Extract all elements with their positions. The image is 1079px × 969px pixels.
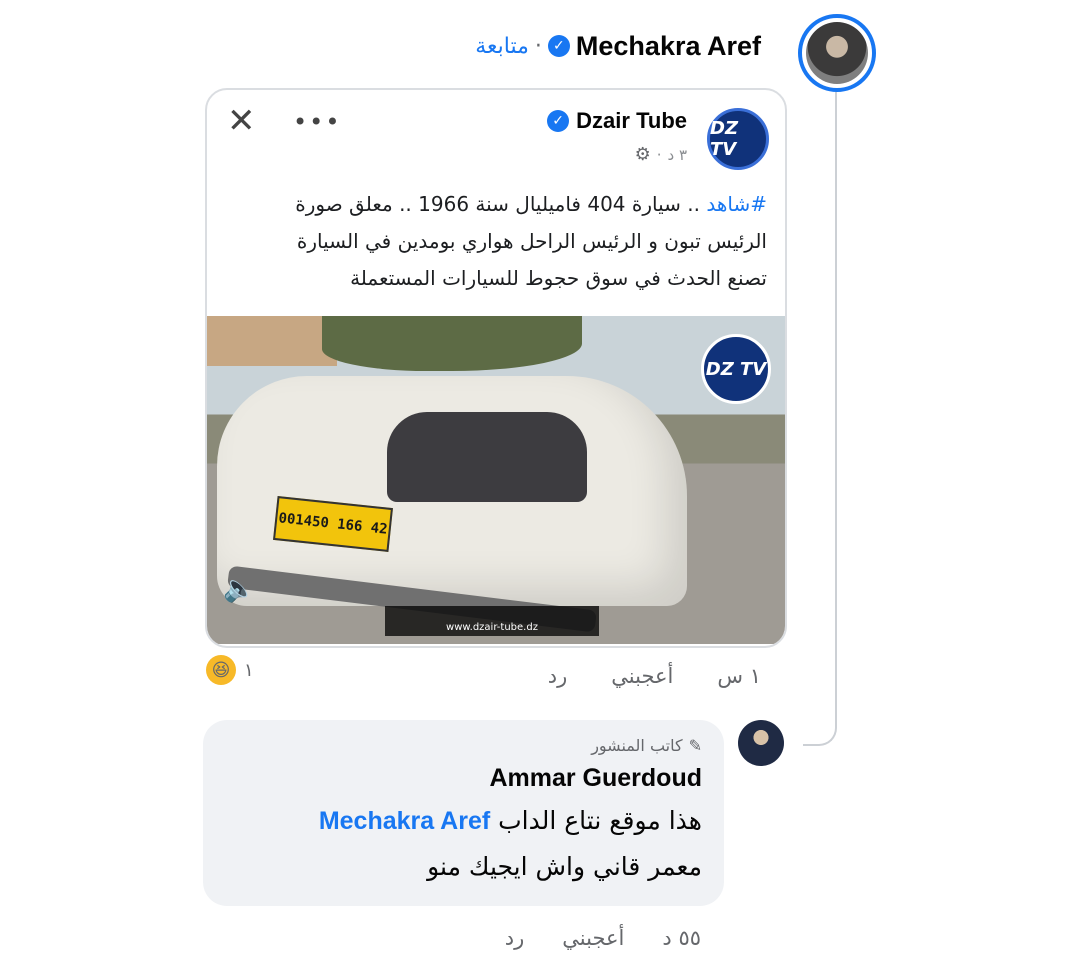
mute-icon[interactable]: 🔈 [223, 574, 255, 604]
reaction-count: ١ [244, 659, 254, 681]
follow-link[interactable]: متابعة [475, 34, 529, 59]
hashtag-link[interactable]: #شاهد [706, 192, 767, 216]
commenter-name[interactable]: Mechakra Aref [576, 31, 761, 62]
comment-header: متابعة · ✓ Mechakra Aref [475, 26, 761, 66]
page-logo[interactable]: DZ TV [707, 108, 769, 170]
audience-gear-icon: ⚙ [634, 144, 651, 165]
reply-avatar[interactable] [738, 720, 784, 766]
page-name[interactable]: Dzair Tube [576, 108, 687, 134]
post-text: #شاهد .. سيارة 404 فاميليال سنة 1966 .. … [227, 186, 767, 297]
car-image [217, 376, 687, 606]
post-video[interactable]: 001450 166 42 DZ TV 🔈 www.dzair-tube.dz [207, 316, 785, 644]
pencil-icon: ✎ [688, 736, 702, 755]
haha-reaction-icon: 😆 [206, 655, 236, 685]
thread-line [803, 92, 837, 746]
reply-button[interactable]: رد [548, 664, 568, 688]
reply-text-line1: هذا موقع نتاع الداب Mechakra Aref [318, 806, 702, 835]
verified-badge-icon: ✓ [547, 35, 570, 57]
page-header: ✓ Dzair Tube [547, 108, 687, 134]
verified-badge-icon: ✓ [547, 110, 570, 132]
comment-actions: ١ س أعجبني رد [548, 664, 761, 688]
post-meta: ⚙ · ٣ د [634, 144, 687, 165]
reply-author-name[interactable]: Ammar Guerdoud [489, 764, 702, 793]
background-building [207, 316, 337, 366]
reply-time: ٥٥ د [662, 926, 701, 950]
background-trees [322, 316, 582, 371]
commenter-avatar[interactable] [798, 14, 876, 92]
post-text-line3: تصنع الحدث في سوق حجوط للسيارات المستعمل… [350, 266, 767, 290]
post-time: ٣ د [667, 145, 687, 164]
author-badge: ✎ كاتب المنشور [591, 736, 702, 755]
post-text-line2: الرئيس تبون و الرئيس الراحل هواري بومدين… [296, 229, 767, 253]
reply-bubble: ✎ كاتب المنشور Ammar Guerdoud هذا موقع ن… [203, 720, 724, 906]
car-rear-window [387, 412, 587, 502]
reply-like-button[interactable]: أعجبني [562, 926, 624, 950]
mention-link[interactable]: Mechakra Aref [319, 807, 490, 835]
reply-text-line2: معمر قاني واش ايجيك منو [427, 852, 702, 881]
reaction-summary[interactable]: 😆 ١ [206, 655, 254, 685]
watermark-logo: DZ TV [701, 334, 771, 404]
close-icon[interactable]: ✕ [227, 104, 256, 138]
shared-post-card[interactable]: ✕ ••• ✓ Dzair Tube DZ TV ⚙ · ٣ د #شاهد .… [205, 88, 787, 648]
watermark-bar: www.dzair-tube.dz [385, 606, 599, 636]
post-text-line1: .. سيارة 404 فاميليال سنة 1966 .. معلق ص… [295, 192, 707, 216]
author-badge-label: كاتب المنشور [591, 736, 683, 755]
comment-time: ١ س [717, 664, 761, 688]
reply-actions: ٥٥ د أعجبني رد [505, 926, 701, 950]
more-options-icon[interactable]: ••• [293, 108, 341, 136]
separator-dot: · [534, 33, 542, 59]
like-button[interactable]: أعجبني [611, 664, 673, 688]
reply-reply-button[interactable]: رد [505, 926, 525, 950]
